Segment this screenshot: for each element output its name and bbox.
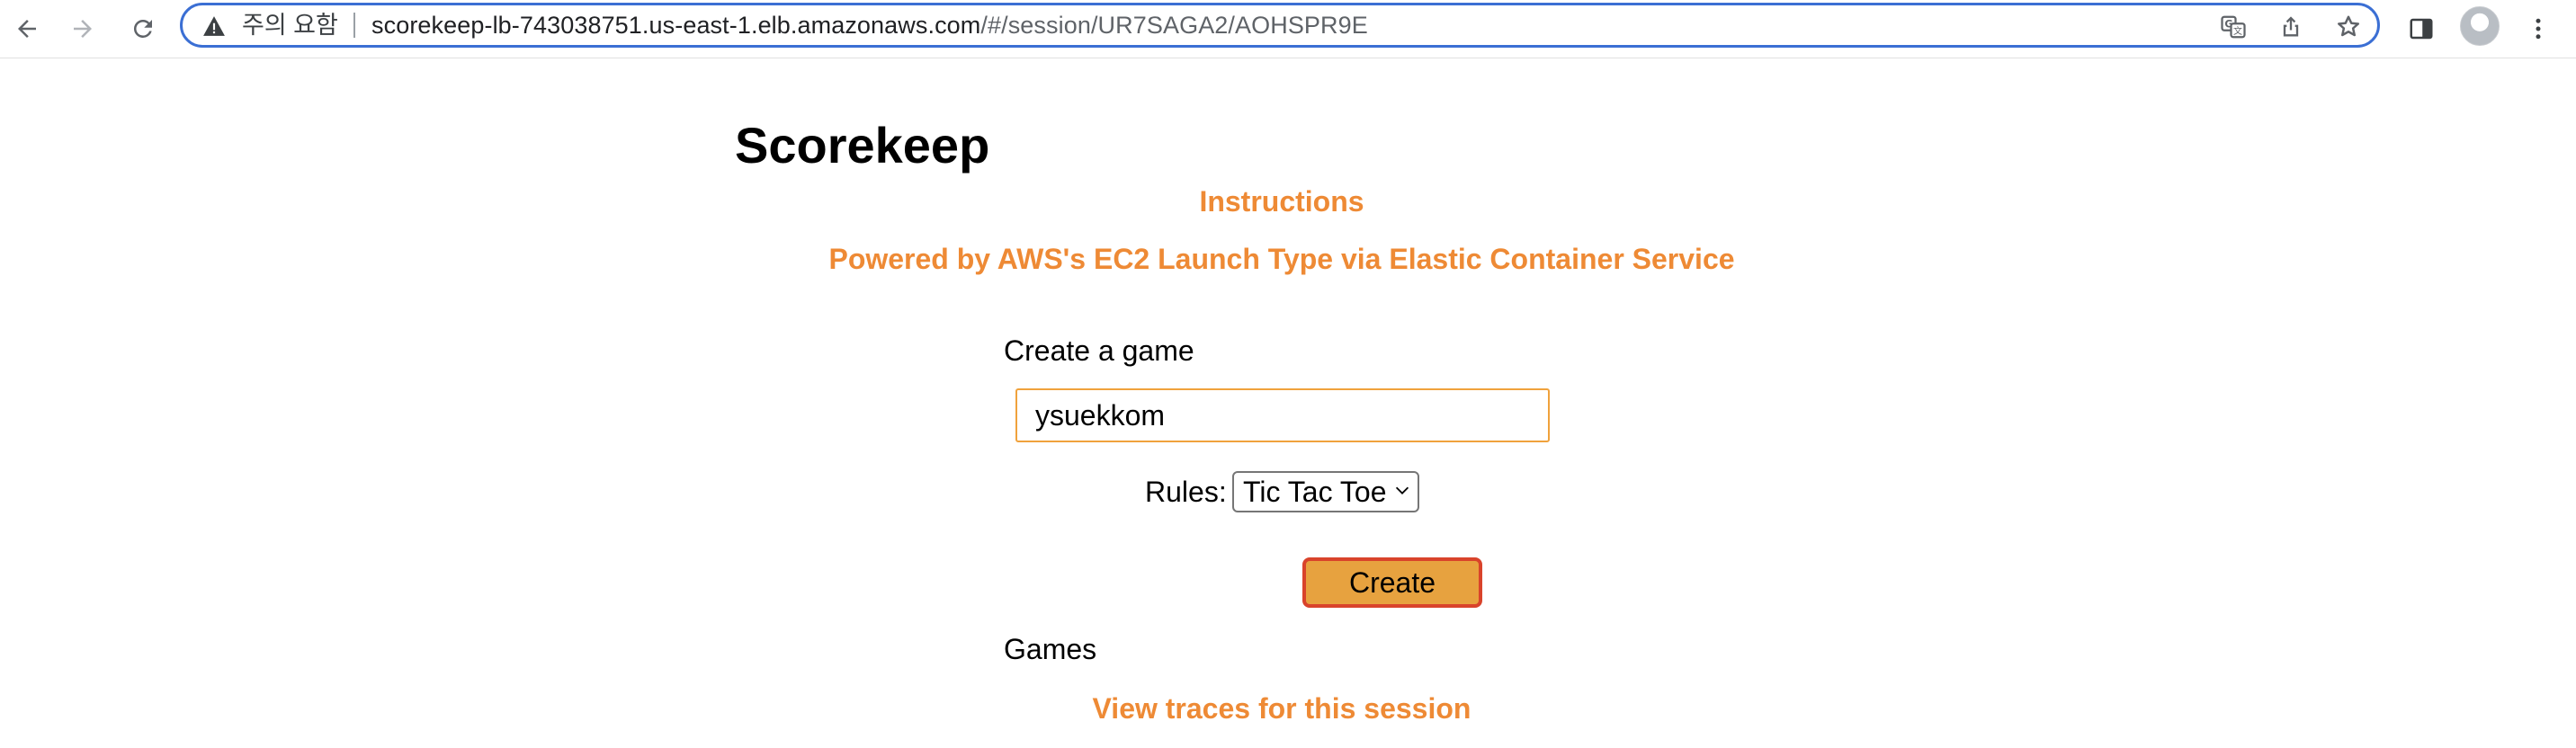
svg-text:文: 文 — [2233, 25, 2242, 37]
instructions-link[interactable]: Instructions — [0, 183, 2563, 219]
view-traces-link[interactable]: View traces for this session — [0, 690, 2563, 726]
rules-select[interactable]: Tic Tac Toe — [1232, 471, 1419, 512]
more-menu-icon[interactable] — [2518, 9, 2558, 49]
rules-selected-value: Tic Tac Toe — [1243, 476, 1387, 508]
back-icon[interactable] — [9, 11, 45, 47]
bookmark-star-icon[interactable] — [2332, 11, 2365, 43]
security-label[interactable]: 주의 요함 — [242, 12, 338, 39]
powered-by-link[interactable]: Powered by AWS's EC2 Launch Type via Ela… — [0, 241, 2563, 277]
forward-icon[interactable] — [65, 11, 101, 47]
avatar[interactable] — [2460, 6, 2500, 46]
url-separator — [353, 13, 355, 38]
url-path: /#/session/UR7SAGA2/AOHSPR9E — [980, 12, 1368, 39]
url-text[interactable]: scorekeep-lb-743038751.us-east-1.elb.ama… — [371, 12, 1368, 39]
create-button[interactable]: Create — [1302, 557, 1482, 608]
translate-icon[interactable]: G文 — [2217, 11, 2250, 43]
rules-label: Rules: — [1145, 476, 1227, 508]
page-title: Scorekeep — [735, 117, 990, 174]
games-label: Games — [1004, 633, 1097, 665]
browser-toolbar: 주의 요함 scorekeep-lb-743038751.us-east-1.e… — [0, 0, 2576, 58]
url-host: scorekeep-lb-743038751.us-east-1.elb.ama… — [371, 12, 981, 39]
address-bar[interactable]: 주의 요함 scorekeep-lb-743038751.us-east-1.e… — [180, 3, 2380, 48]
warning-icon[interactable] — [202, 15, 226, 41]
create-game-label: Create a game — [1004, 334, 1194, 367]
reload-icon[interactable] — [125, 11, 161, 47]
game-name-input[interactable] — [1015, 388, 1550, 442]
chevron-down-icon — [1392, 480, 1412, 504]
side-panel-icon[interactable] — [2402, 9, 2441, 49]
share-icon[interactable] — [2275, 11, 2307, 43]
